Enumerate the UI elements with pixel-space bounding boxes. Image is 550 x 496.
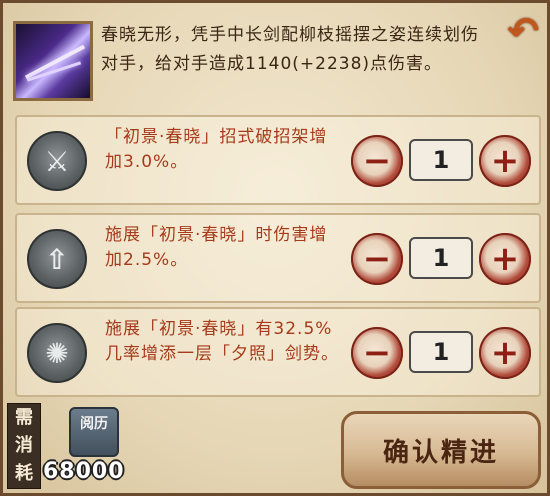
cost-label-char: 需 xyxy=(15,407,33,428)
decrease-button[interactable]: − xyxy=(351,135,403,187)
row-description: 施展「初景·春晓」有32.5%几率增添一层「夕照」剑势。 xyxy=(105,319,339,364)
increase-button[interactable]: + xyxy=(479,327,531,379)
skill-icon xyxy=(13,21,93,101)
decrease-button[interactable]: − xyxy=(351,233,403,285)
swirl-emblem-icon: ✺ xyxy=(27,323,87,383)
return-arrow-icon[interactable]: ↶ xyxy=(499,9,547,53)
arrow-emblem-icon: ⇧ xyxy=(27,229,87,289)
decrease-button[interactable]: − xyxy=(351,327,403,379)
row-description: 「初景·春晓」招式破招架增加3.0%。 xyxy=(105,127,328,172)
point-count: 1 xyxy=(409,331,473,373)
upgrade-panel: 春晓无形，凭手中长剑配柳枝摇摆之姿连续划伤对手，给对手造成1140(+2238)… xyxy=(0,0,550,496)
currency-label: 阅历 xyxy=(80,416,108,432)
point-count: 1 xyxy=(409,237,473,279)
skill-description: 春晓无形，凭手中长剑配柳枝摇摆之姿连续划伤对手，给对手造成1140(+2238)… xyxy=(101,25,479,74)
upgrade-row: ⇧ 施展「初景·春晓」时伤害增加2.5%。 − 1 + xyxy=(15,213,541,303)
cost-label-char: 消 xyxy=(15,435,33,456)
point-count: 1 xyxy=(409,139,473,181)
increase-button[interactable]: + xyxy=(479,233,531,285)
row-description: 施展「初景·春晓」时伤害增加2.5%。 xyxy=(105,225,328,270)
confirm-upgrade-button[interactable]: 确认精进 xyxy=(341,411,541,489)
book-yueli-icon: 阅历 xyxy=(69,407,119,457)
cost-label: 需 消 耗 xyxy=(7,403,41,489)
cost-value: 68000 xyxy=(43,459,125,484)
cost-label-char: 耗 xyxy=(15,463,33,484)
upgrade-row: ✺ 施展「初景·春晓」有32.5%几率增添一层「夕照」剑势。 − 1 + xyxy=(15,307,541,397)
increase-button[interactable]: + xyxy=(479,135,531,187)
upgrade-row: ⚔ 「初景·春晓」招式破招架增加3.0%。 − 1 + xyxy=(15,115,541,205)
sword-emblem-icon: ⚔ xyxy=(27,131,87,191)
